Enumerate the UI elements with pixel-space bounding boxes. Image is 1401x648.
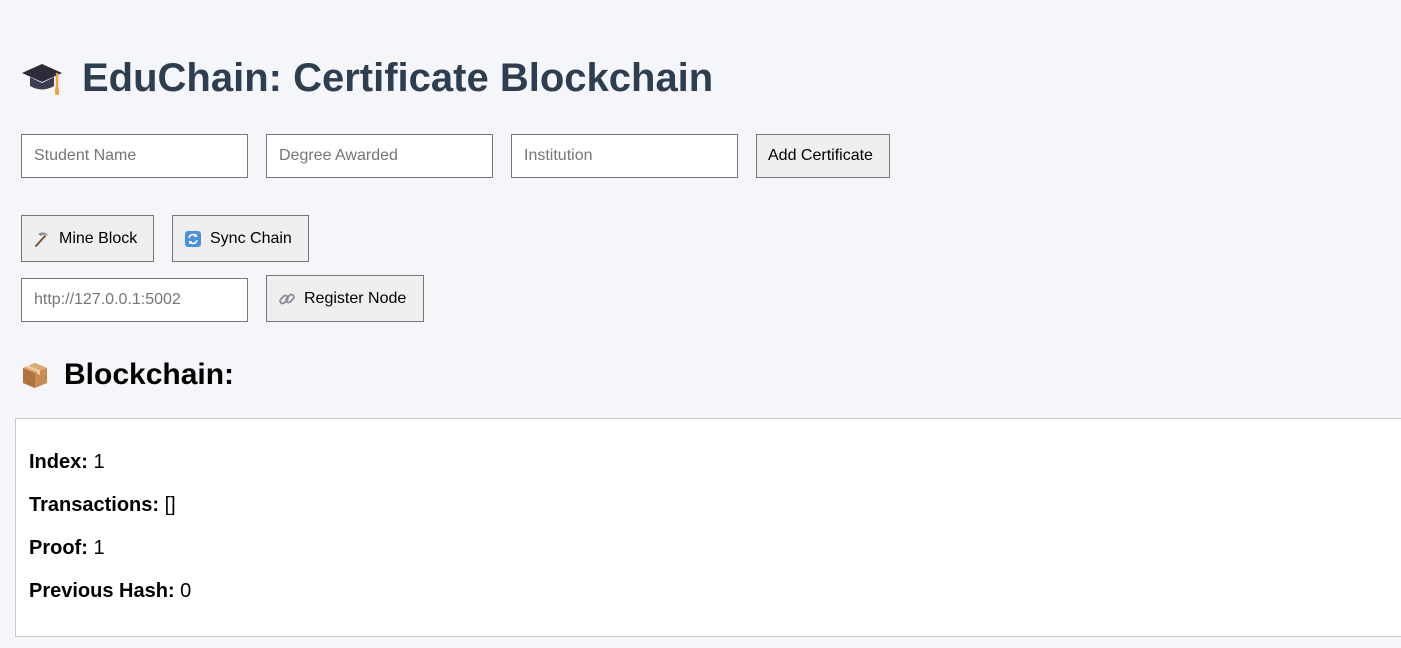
page-title: EduChain: Certificate Blockchain — [20, 54, 713, 102]
student-name-input[interactable] — [21, 134, 248, 178]
blockchain-heading: Blockchain: — [20, 356, 234, 394]
proof-label: Proof: — [29, 537, 88, 559]
register-node-label: Register Node — [304, 289, 407, 307]
transactions-value: [] — [164, 494, 176, 516]
degree-awarded-input[interactable] — [266, 134, 493, 178]
index-label: Index: — [29, 451, 88, 473]
transactions-label: Transactions: — [29, 494, 160, 516]
sync-chain-button[interactable]: Sync Chain — [172, 215, 309, 262]
sync-chain-label: Sync Chain — [210, 229, 292, 247]
link-icon — [279, 293, 295, 304]
proof-value: 1 — [93, 537, 105, 559]
block-previous-hash: Previous Hash: 0 — [29, 579, 191, 603]
mine-block-label: Mine Block — [59, 229, 138, 247]
index-value: 1 — [93, 451, 105, 473]
sync-icon — [185, 230, 201, 247]
block-card: Index: 1 Transactions: [] Proof: 1 Previ… — [15, 418, 1401, 637]
app-page: EduChain: Certificate Blockchain Add Cer… — [0, 0, 1401, 648]
graduation-cap-icon — [22, 64, 62, 95]
add-certificate-label: Add Certificate — [768, 147, 873, 164]
block-transactions: Transactions: [] — [29, 493, 176, 517]
block-index: Index: 1 — [29, 450, 105, 474]
node-url-input[interactable] — [21, 278, 248, 322]
pickaxe-icon — [35, 231, 49, 247]
package-icon — [23, 363, 47, 388]
register-node-button[interactable]: Register Node — [266, 275, 424, 322]
add-certificate-button[interactable]: Add Certificate — [756, 134, 890, 178]
institution-input[interactable] — [511, 134, 738, 178]
previous-hash-value: 0 — [180, 580, 192, 602]
mine-block-button[interactable]: Mine Block — [21, 215, 154, 262]
blockchain-heading-text: Blockchain: — [64, 358, 235, 391]
previous-hash-label: Previous Hash: — [29, 580, 175, 602]
title-text: EduChain: Certificate Blockchain — [82, 55, 714, 100]
block-proof: Proof: 1 — [29, 536, 105, 560]
